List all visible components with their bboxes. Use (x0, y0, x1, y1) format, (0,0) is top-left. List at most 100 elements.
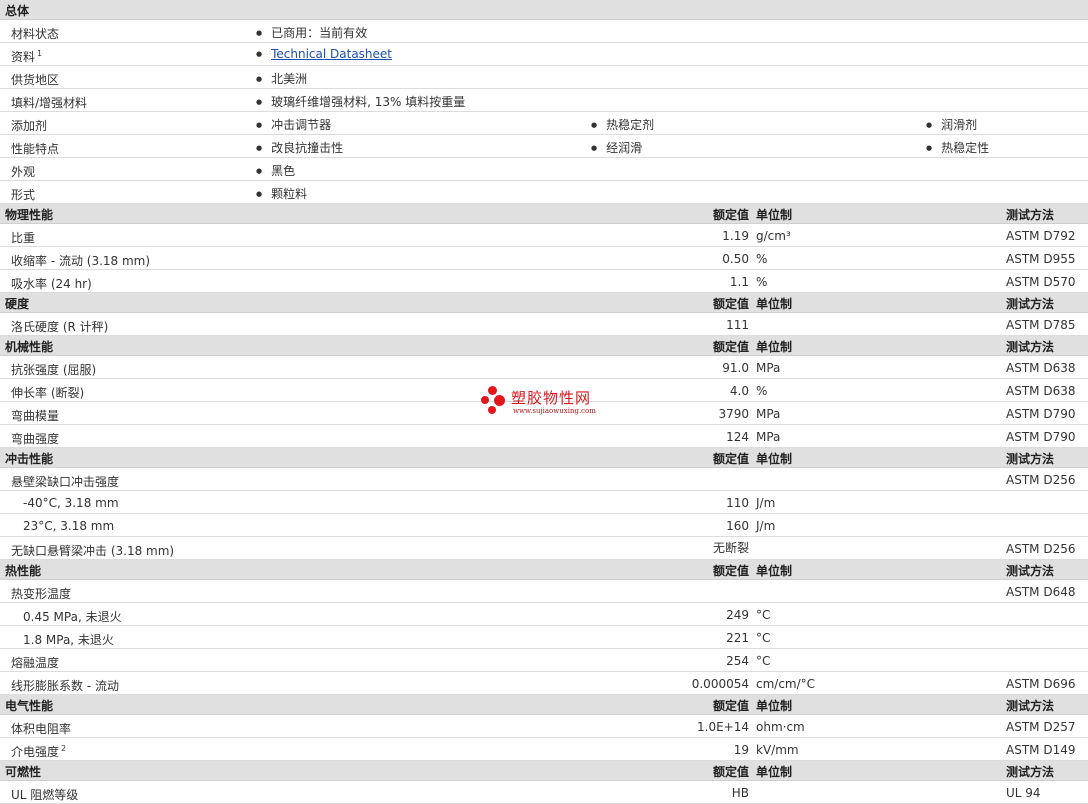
property-row: 1.8 MPa, 未退火 221 °C (0, 626, 1088, 649)
property-row: 体积电阻率 1.0E+14 ohm·cm ASTM D257 (0, 715, 1088, 738)
header-unit: 单位制 (756, 765, 793, 779)
section-header: 机械性能 额定值 单位制 测试方法 (0, 336, 1088, 356)
test-method: ASTM D648 (1006, 585, 1076, 599)
test-method: ASTM D785 (1006, 318, 1076, 332)
watermark-logo: 塑胶物性网 www.sujiaowuxing.com (480, 382, 620, 422)
test-method: ASTM D790 (1006, 430, 1076, 444)
property-label-text: 抗张强度 (屈服) (11, 363, 97, 377)
property-unit: °C (756, 608, 771, 622)
footnote-marker: 1 (37, 49, 43, 58)
bullet-item: 经润滑 (591, 139, 642, 156)
property-row: 抗张强度 (屈服) 91.0 MPa ASTM D638 (0, 356, 1088, 379)
property-label: 弯曲强度 (11, 430, 59, 447)
property-row: 热变形温度 ASTM D648 (0, 580, 1088, 603)
test-method: ASTM D256 (1006, 542, 1076, 556)
row-label-text: 性能特点 (11, 142, 60, 156)
general-row: 性能特点 改良抗撞击性 经润滑 热稳定性 (0, 135, 1088, 158)
bullet-item: 北美洲 (256, 70, 307, 87)
watermark-name: 塑胶物性网 (511, 389, 592, 407)
property-label: 收缩率 - 流动 (3.18 mm) (11, 252, 150, 269)
property-label: 比重 (11, 229, 35, 246)
header-unit: 单位制 (756, 452, 793, 466)
bullet-item: 已商用：当前有效 (256, 24, 367, 41)
header-value: 额定值 (712, 340, 749, 354)
property-row: 23°C, 3.18 mm 160 J/m (0, 514, 1088, 537)
header-method: 测试方法 (1006, 564, 1055, 578)
header-value: 额定值 (712, 699, 749, 713)
section-title: 硬度 (5, 297, 30, 311)
row-label-text: 资料 (11, 50, 36, 64)
property-value: 19 (733, 743, 749, 757)
header-method: 测试方法 (1006, 765, 1055, 779)
row-label: 资料 1 (11, 48, 42, 65)
property-unit: % (756, 275, 768, 289)
row-label: 材料状态 (11, 25, 59, 42)
property-value: HB (731, 786, 749, 800)
header-unit: 单位制 (756, 340, 793, 354)
property-value: 254 (726, 654, 749, 668)
property-label: 线形膨胀系数 - 流动 (11, 677, 119, 694)
property-unit: °C (756, 654, 771, 668)
test-method: ASTM D792 (1006, 229, 1076, 243)
property-unit: J/m (756, 496, 776, 510)
property-label: 吸水率 (24 hr) (11, 275, 92, 292)
property-value: 1.19 (722, 229, 749, 243)
general-row: 填料/增强材料 玻璃纤维增强材料, 13% 填料按重量 (0, 89, 1088, 112)
logo-dot (488, 406, 496, 414)
section-title: 总体 (5, 4, 30, 18)
property-label-text: 热变形温度 (11, 587, 72, 601)
property-unit: MPa (756, 430, 781, 444)
property-value: 0.50 (722, 252, 749, 266)
property-value: 0.000054 (691, 677, 749, 691)
property-row: 比重 1.19 g/cm³ ASTM D792 (0, 224, 1088, 247)
property-label: 弯曲模量 (11, 407, 59, 424)
property-unit: g/cm³ (756, 229, 791, 243)
property-label: 熔融温度 (11, 654, 59, 671)
property-label: 洛氏硬度 (R 计秤) (11, 318, 108, 335)
section-header-general: 总体 (0, 0, 1088, 20)
section-title: 冲击性能 (5, 452, 54, 466)
property-value: 无断裂 (712, 541, 749, 555)
header-method: 测试方法 (1006, 208, 1055, 222)
property-row: 0.45 MPa, 未退火 249 °C (0, 603, 1088, 626)
footnote-marker: 2 (61, 744, 67, 753)
property-value: 1.1 (729, 275, 749, 289)
header-method: 测试方法 (1006, 699, 1055, 713)
property-unit: MPa (756, 407, 781, 421)
datasheet-link[interactable]: Technical Datasheet (271, 47, 392, 61)
header-value: 额定值 (712, 208, 749, 222)
property-label: 体积电阻率 (11, 720, 71, 737)
test-method: ASTM D955 (1006, 252, 1076, 266)
property-label-text: 无缺口悬臂梁冲击 (3.18 mm) (11, 544, 175, 558)
row-label-text: 材料状态 (11, 27, 60, 41)
section-header: 硬度 额定值 单位制 测试方法 (0, 293, 1088, 313)
property-unit: kV/mm (756, 743, 799, 757)
property-value: 160 (726, 519, 749, 533)
property-unit: J/m (756, 519, 776, 533)
property-unit: cm/cm/°C (756, 677, 816, 691)
property-label: 悬壁梁缺口冲击强度 (11, 473, 119, 490)
bullet-item: 热稳定性 (926, 139, 989, 156)
row-label: 添加剂 (11, 117, 47, 134)
test-method: ASTM D257 (1006, 720, 1076, 734)
property-label: 抗张强度 (屈服) (11, 361, 96, 378)
row-label-text: 填料/增强材料 (11, 96, 88, 110)
row-label-text: 添加剂 (11, 119, 48, 133)
property-label-text: 弯曲强度 (11, 432, 60, 446)
header-method: 测试方法 (1006, 340, 1055, 354)
property-row: 无缺口悬臂梁冲击 (3.18 mm) 无断裂 ASTM D256 (0, 537, 1088, 560)
property-label: 伸长率 (断裂) (11, 384, 84, 401)
property-value: 91.0 (722, 361, 749, 375)
header-unit: 单位制 (756, 564, 793, 578)
property-label-text: 线形膨胀系数 - 流动 (11, 679, 119, 693)
property-row: 洛氏硬度 (R 计秤) 111 ASTM D785 (0, 313, 1088, 336)
property-value: 221 (726, 631, 749, 645)
property-label-text: 弯曲模量 (11, 409, 60, 423)
test-method: ASTM D638 (1006, 361, 1076, 375)
property-label-text: -40°C, 3.18 mm (23, 496, 119, 510)
bullet-item: 颗粒料 (256, 185, 307, 202)
property-value: 111 (726, 318, 749, 332)
property-label-text: 悬壁梁缺口冲击强度 (11, 475, 120, 489)
test-method: ASTM D790 (1006, 407, 1076, 421)
test-method: ASTM D570 (1006, 275, 1076, 289)
